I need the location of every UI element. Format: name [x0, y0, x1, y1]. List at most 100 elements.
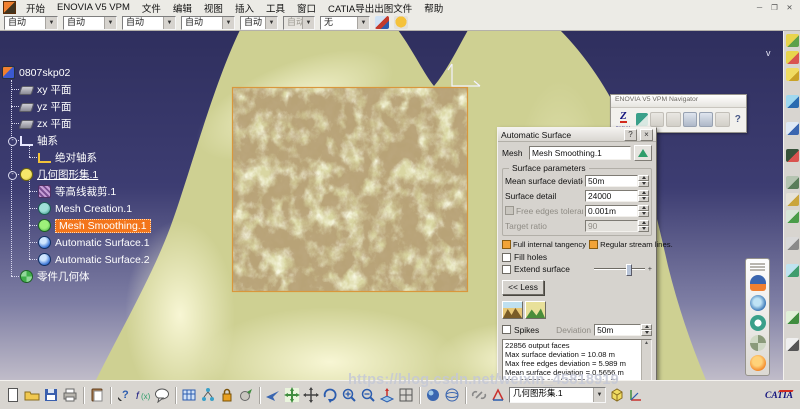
window-icon[interactable] [785, 122, 799, 135]
comment-icon[interactable] [154, 387, 170, 403]
less-button[interactable]: << Less [502, 280, 544, 295]
folder-icon[interactable] [785, 68, 799, 81]
link-icon[interactable] [471, 387, 487, 403]
automatic-surface-dialog[interactable]: Automatic Surface ? × Mesh Mesh Smoothin… [497, 127, 673, 409]
tree-node-zx-plane[interactable]: zx 平面 [2, 115, 217, 132]
print-icon[interactable] [62, 387, 78, 403]
datum-icon[interactable] [490, 387, 506, 403]
pan-icon[interactable] [303, 387, 319, 403]
dialog-close-button[interactable]: × [640, 128, 653, 141]
extend-surface-option[interactable]: Extend surface + [502, 263, 652, 276]
help-icon[interactable]: ? [732, 113, 744, 126]
collapse-handle[interactable]: - [8, 171, 17, 180]
fill-holes-option[interactable]: Fill holes [502, 251, 652, 263]
extend-surface-slider[interactable]: + [594, 264, 652, 276]
checkbox-icon[interactable] [502, 264, 511, 274]
zoom-in-icon[interactable] [341, 387, 357, 403]
workspace-icon[interactable] [699, 111, 714, 127]
scroll-up-icon[interactable]: ▲ [644, 340, 649, 346]
tree-node-absolute-axis[interactable]: 绝对轴系 [2, 149, 217, 166]
axis-system-icon[interactable] [628, 387, 644, 403]
deviation-view-button[interactable] [525, 301, 546, 319]
3d-viewport[interactable]: v - - 0807skp02 xy 平面 yz 平面 zx 平面 轴系 绝对轴… [0, 30, 800, 409]
deviation-spinner[interactable]: 50m [594, 323, 652, 336]
restore-button[interactable]: ❐ [768, 2, 781, 13]
dialog-titlebar[interactable]: Automatic Surface ? × [498, 128, 656, 142]
spin-down-icon[interactable] [638, 210, 649, 217]
mesh-picker-button[interactable] [634, 145, 652, 161]
tree-node-partbody[interactable]: 零件几何体 [2, 268, 217, 285]
tree-node-yz-plane[interactable]: yz 平面 [2, 98, 217, 115]
free-edges-spinner[interactable]: 0.001m [585, 204, 649, 217]
line-weight-combo[interactable]: 自动 ▼ [181, 15, 235, 30]
zoom-out-icon[interactable] [360, 387, 376, 403]
multi-view-icon[interactable] [398, 387, 414, 403]
line-type-combo[interactable]: 自动 ▼ [122, 15, 176, 30]
regular-stream-lines-option[interactable]: Regular stream lines. [589, 240, 673, 249]
new-file-icon[interactable] [5, 387, 21, 403]
tree-node-automatic-surface-2[interactable]: Automatic Surface.2 [2, 251, 217, 268]
paste-icon[interactable] [89, 387, 105, 403]
spikes-checkbox[interactable] [502, 325, 511, 334]
menu-tools[interactable]: 工具 [260, 1, 291, 15]
surface-detail-spinner[interactable]: 24000 [585, 189, 649, 202]
gear-tool-icon[interactable] [749, 335, 766, 351]
mesh-terrain[interactable] [231, 86, 469, 293]
export-icon[interactable] [238, 387, 254, 403]
chevron-down-icon[interactable]: ▼ [163, 16, 175, 29]
menu-start[interactable]: 开始 [20, 1, 51, 15]
mean-deviation-spinner[interactable]: 50m [585, 174, 649, 187]
chevron-down-icon[interactable]: ▼ [222, 16, 234, 29]
line-color-combo[interactable]: 自动 ▼ [63, 15, 117, 30]
working-set-combo[interactable]: 几何图形集.1 ▼ [509, 387, 606, 403]
wireframe-icon[interactable] [444, 387, 460, 403]
gear-edit-icon[interactable] [785, 176, 799, 189]
fly-icon[interactable] [265, 387, 281, 403]
menu-window[interactable]: 窗口 [291, 1, 322, 15]
layer-combo[interactable]: 无 ▼ [320, 15, 370, 30]
menu-enovia[interactable]: ENOVIA V5 VPM [51, 2, 136, 13]
pencil-icon[interactable] [785, 193, 799, 206]
mesh-input[interactable]: Mesh Smoothing.1 [529, 146, 631, 160]
save-icon[interactable] [43, 387, 59, 403]
tree-node-geometrical-set[interactable]: 几何图形集.1 [2, 166, 217, 183]
full-internal-tangency-option[interactable]: Full internal tangency [502, 240, 586, 249]
tree-node-automatic-surface-1[interactable]: Automatic Surface.1 [2, 234, 217, 251]
menu-view[interactable]: 视图 [198, 1, 229, 15]
painter-icon[interactable] [375, 16, 389, 29]
sphere-tool-icon[interactable] [749, 355, 766, 371]
cursor-icon[interactable] [785, 338, 799, 351]
lock-icon[interactable] [219, 387, 235, 403]
box-icon[interactable] [609, 387, 625, 403]
fit-all-icon[interactable] [284, 387, 300, 403]
shading-icon[interactable] [425, 387, 441, 403]
spin-down-icon[interactable] [641, 329, 652, 336]
checkbox-checked-icon[interactable] [502, 240, 511, 249]
user-tool-icon[interactable] [749, 275, 766, 291]
normal-view-icon[interactable] [379, 387, 395, 403]
brush-icon[interactable] [785, 210, 799, 223]
checkbox-checked-icon[interactable] [589, 240, 599, 249]
world-icon[interactable] [785, 264, 799, 277]
tree-node-xy-plane[interactable]: xy 平面 [2, 81, 217, 98]
structure-icon[interactable] [200, 387, 216, 403]
ring-tool-icon[interactable] [749, 315, 766, 331]
connect-icon[interactable] [635, 112, 649, 126]
chevron-down-icon[interactable]: ▼ [104, 16, 116, 29]
knowledge-fx-icon[interactable]: f (x) [135, 387, 151, 403]
pointer-icon[interactable] [785, 237, 799, 250]
open-icon[interactable] [24, 387, 40, 403]
menu-file[interactable]: 文件 [136, 1, 167, 15]
globe-tool-icon[interactable] [749, 295, 766, 311]
close-button[interactable]: ✕ [783, 2, 796, 13]
table-icon[interactable] [181, 387, 197, 403]
tree-node-contour-trim[interactable]: 等高线裁剪.1 [2, 183, 217, 200]
collapse-handle[interactable]: - [8, 137, 17, 146]
wizard-icon[interactable] [394, 16, 408, 29]
slider-thumb[interactable] [625, 264, 632, 276]
minimize-button[interactable]: ─ [753, 2, 766, 13]
menu-catia-export[interactable]: CATIA导出出图文件 [322, 1, 418, 15]
tree-node-root[interactable]: 0807skp02 [2, 64, 217, 81]
menu-insert[interactable]: 插入 [229, 1, 260, 15]
fill-color-combo[interactable]: 自动 ▼ [4, 15, 58, 30]
